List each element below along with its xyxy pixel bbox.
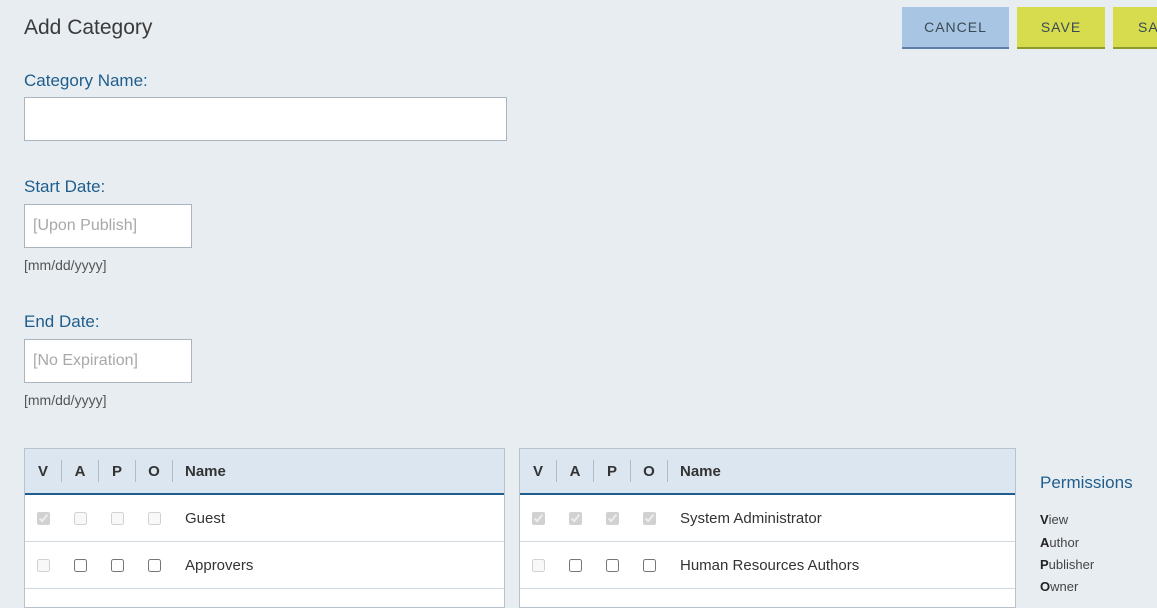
legend-item-publisher: Publisher [1040, 557, 1095, 572]
column-header-name: Name [680, 462, 721, 480]
publisher-checkbox[interactable] [605, 511, 619, 525]
table-row: System Administrator [520, 495, 1015, 542]
table-row: Human Resources Authors [520, 542, 1015, 589]
table-header: V A P O Name [25, 449, 504, 495]
view-checkbox[interactable] [531, 558, 545, 572]
publisher-checkbox[interactable] [110, 558, 124, 572]
table-row [25, 589, 504, 607]
view-checkbox[interactable] [531, 511, 545, 525]
cancel-button[interactable]: CANCEL [902, 7, 1009, 49]
owner-checkbox[interactable] [642, 558, 656, 572]
end-date-label: End Date: [24, 312, 100, 331]
save-secondary-button[interactable]: SA [1113, 7, 1157, 49]
column-header-owner: O [148, 462, 160, 480]
column-header-publisher: P [111, 462, 122, 480]
end-date-input[interactable] [24, 339, 192, 383]
legend-item-author: Author [1040, 535, 1080, 550]
column-header-view: V [532, 462, 543, 480]
column-header-author: A [74, 462, 86, 480]
view-checkbox[interactable] [36, 558, 50, 572]
table-row [520, 589, 1015, 607]
category-name-label: Category Name: [24, 71, 148, 90]
author-checkbox[interactable] [73, 511, 87, 525]
publisher-checkbox[interactable] [605, 558, 619, 572]
permissions-table-left: V A P O Name Guest Approvers [24, 448, 505, 608]
author-checkbox[interactable] [73, 558, 87, 572]
table-row: Guest [25, 495, 504, 542]
category-name-input[interactable] [24, 97, 507, 141]
owner-checkbox[interactable] [642, 511, 656, 525]
table-header: V A P O Name [520, 449, 1015, 495]
column-header-publisher: P [606, 462, 617, 480]
save-button[interactable]: SAVE [1017, 7, 1105, 49]
group-name: Approvers [185, 556, 254, 574]
start-date-format-hint: [mm/dd/yyyy] [24, 257, 107, 273]
permissions-legend-title: Permissions [1040, 473, 1133, 492]
group-name: Guest [185, 509, 226, 527]
owner-checkbox[interactable] [147, 558, 161, 572]
group-name: System Administrator [680, 509, 822, 527]
column-header-view: V [37, 462, 48, 480]
author-checkbox[interactable] [568, 558, 582, 572]
group-name: Human Resources Authors [680, 556, 860, 574]
view-checkbox[interactable] [36, 511, 50, 525]
column-header-owner: O [643, 462, 655, 480]
owner-checkbox[interactable] [147, 511, 161, 525]
author-checkbox[interactable] [568, 511, 582, 525]
start-date-label: Start Date: [24, 177, 106, 196]
column-header-author: A [569, 462, 581, 480]
page-title: Add Category [24, 16, 153, 39]
table-row: Approvers [25, 542, 504, 589]
legend-item-view: View [1040, 512, 1069, 527]
start-date-input[interactable] [24, 204, 192, 248]
end-date-format-hint: [mm/dd/yyyy] [24, 392, 107, 408]
publisher-checkbox[interactable] [110, 511, 124, 525]
legend-item-owner: Owner [1040, 579, 1079, 594]
permissions-table-right: V A P O Name System Administrator Human … [519, 448, 1016, 608]
column-header-name: Name [185, 462, 226, 480]
